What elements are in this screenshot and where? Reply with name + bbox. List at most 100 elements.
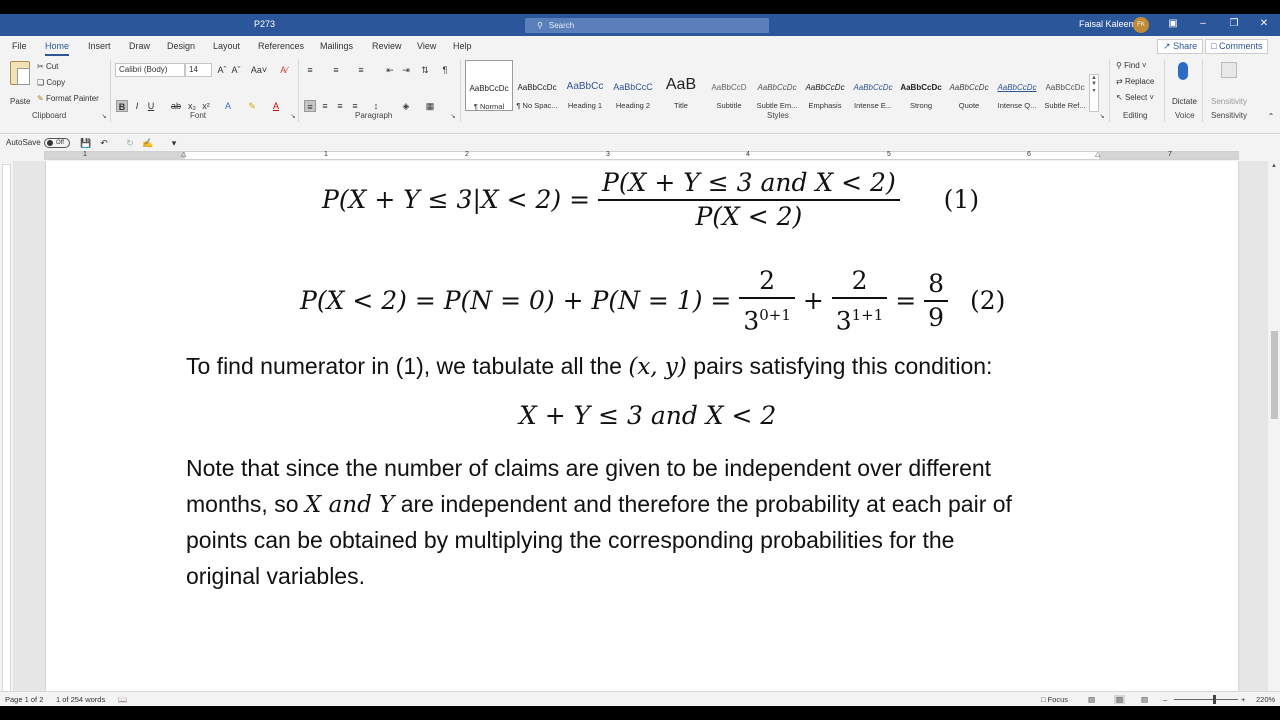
autosave-toggle[interactable]: Off [44,138,70,148]
clear-formatting-icon[interactable]: A∕ [278,64,290,76]
tab-layout[interactable]: Layout [213,41,240,51]
style-quote[interactable]: AaBbCcDc Quote [945,60,993,111]
bullets-icon[interactable]: ≡ [304,64,316,76]
vertical-scrollbar[interactable]: ▲ ▼ [1268,161,1280,704]
zoom-slider[interactable] [1174,699,1238,700]
shading-icon[interactable]: ◈ [400,100,412,112]
close-button[interactable]: ✕ [1257,17,1271,31]
style-subtle-emphasis[interactable]: AaBbCcDc Subtle Em... [753,60,801,111]
tab-review[interactable]: Review [372,41,402,51]
microphone-icon[interactable] [1178,62,1188,80]
scroll-thumb[interactable] [1271,331,1278,419]
style-intense-emphasis[interactable]: AaBbCcDc Intense E... [849,60,897,111]
dictate-button[interactable]: Dictate [1172,97,1197,106]
find-button[interactable]: ⚲ Find ˅ [1116,61,1147,70]
tab-draw[interactable]: Draw [129,41,150,51]
zoom-level[interactable]: 220% [1256,695,1275,704]
text-effects-icon[interactable]: A [222,100,234,112]
style-intense-quote[interactable]: AaBbCcDc Intense Q... [993,60,1041,111]
focus-button[interactable]: □ Focus [1041,695,1068,704]
dialog-launcher-icon[interactable]: ↘ [98,111,110,123]
tab-view[interactable]: View [417,41,436,51]
tab-design[interactable]: Design [167,41,195,51]
paste-button[interactable]: Paste [10,97,30,106]
restore-button[interactable]: ❐ [1227,17,1241,31]
page-count[interactable]: Page 1 of 2 [5,695,43,704]
zoom-slider-handle[interactable] [1213,695,1216,704]
touch-mode-icon[interactable]: ✍ [142,137,154,149]
comments-button[interactable]: □ Comments [1205,39,1269,54]
style-heading-1[interactable]: AaBbCc Heading 1 [561,60,609,111]
style-strong[interactable]: AaBbCcDc Strong [897,60,945,111]
scroll-up-icon[interactable]: ▲ [1269,161,1279,171]
paste-icon[interactable] [10,61,30,85]
underline-button[interactable]: U [145,100,157,112]
right-indent-marker-icon[interactable]: △ [1095,150,1100,158]
tab-home[interactable]: Home [45,41,70,56]
tab-insert[interactable]: Insert [88,41,111,51]
copy-button[interactable]: ❏ Copy [37,78,65,87]
more-icon[interactable]: ▾ [1092,88,1095,94]
decrease-indent-icon[interactable]: ⇤ [384,64,396,76]
web-layout-icon[interactable]: ▤ [1141,695,1148,704]
horizontal-ruler[interactable]: 1 1 2 3 4 5 6 7 △ △ [44,151,1239,160]
font-name-input[interactable]: Calibri (Body) [115,63,185,77]
replace-button[interactable]: ⇄ Replace [1116,77,1154,86]
print-layout-icon[interactable]: ▤ [1114,695,1126,704]
ribbon-display-icon[interactable]: ▣ [1166,17,1180,31]
cut-button[interactable]: ✂ Cut [37,62,58,71]
italic-button[interactable]: I [131,100,143,112]
numbering-icon[interactable]: ≡ [330,64,342,76]
share-button[interactable]: ↗ Share [1157,39,1204,54]
indent-marker-icon[interactable]: △ [181,150,186,158]
tab-references[interactable]: References [258,41,304,51]
change-case-icon[interactable]: Aa˅ [250,64,268,76]
borders-icon[interactable]: ▦ [424,100,436,112]
style-subtle-reference[interactable]: AaBbCcDc Subtle Ref... [1041,60,1089,111]
shrink-font-icon[interactable]: Aˇ [230,64,242,76]
font-size-input[interactable]: 14 [185,63,212,77]
redo-icon[interactable]: ↻ [124,137,136,149]
style-subtitle[interactable]: AaBbCcD Subtitle [705,60,753,111]
dialog-launcher-icon[interactable]: ↘ [447,111,459,123]
increase-indent-icon[interactable]: ⇥ [400,64,412,76]
proofing-icon[interactable]: 📖 [118,695,127,704]
undo-icon[interactable]: ↶ [98,137,110,149]
read-mode-icon[interactable]: ▤ [1088,695,1095,704]
style-heading-2[interactable]: AaBbCcC Heading 2 [609,60,657,111]
tab-file[interactable]: File [12,41,27,51]
style-title[interactable]: AaB Title [657,60,705,111]
save-icon[interactable]: 💾 [80,137,92,149]
style-no-spacing[interactable]: AaBbCcDc ¶ No Spac... [513,60,561,111]
style-emphasis[interactable]: AaBbCcDc Emphasis [801,60,849,111]
chevron-down-icon[interactable]: ▼ [1091,81,1097,87]
word-count[interactable]: 1 of 254 words [56,695,105,704]
styles-gallery-scroll[interactable]: ▲ ▼ ▾ [1089,74,1099,112]
search-box[interactable]: ⚲ Search [525,18,769,33]
align-left-icon[interactable]: ≡ [304,100,316,112]
grow-font-icon[interactable]: Aˆ [216,64,228,76]
style-normal[interactable]: AaBbCcDc ¶ Normal [465,60,513,111]
highlight-icon[interactable]: ✎ [246,100,258,112]
minimize-button[interactable]: – [1196,17,1210,31]
collapse-ribbon-icon[interactable]: ⌃ [1265,111,1277,123]
zoom-out-icon[interactable]: – [1163,695,1167,704]
tab-help[interactable]: Help [453,41,472,51]
dialog-launcher-icon[interactable]: ↘ [1096,111,1108,123]
document-page[interactable]: P(X + Y ≤ 3|X < 2) = P(X + Y ≤ 3 and X <… [45,161,1239,691]
strikethrough-button[interactable]: ab [170,100,182,112]
align-right-icon[interactable]: ≡ [334,100,346,112]
select-button[interactable]: ↖ Select ˅ [1116,93,1154,102]
user-name[interactable]: Faisal Kaleem [1079,19,1136,29]
align-center-icon[interactable]: ≡ [319,100,331,112]
vertical-ruler[interactable] [2,164,11,704]
show-formatting-icon[interactable]: ¶ [439,64,451,76]
zoom-in-icon[interactable]: + [1241,695,1245,704]
bold-button[interactable]: B [116,100,128,112]
customize-qat-icon[interactable]: ▾ [168,137,180,149]
multilevel-list-icon[interactable]: ≡ [355,64,367,76]
sort-icon[interactable]: ⇅ [419,64,431,76]
font-color-icon[interactable]: A [270,100,282,112]
tab-mailings[interactable]: Mailings [320,41,353,51]
avatar[interactable]: FK [1133,17,1149,33]
